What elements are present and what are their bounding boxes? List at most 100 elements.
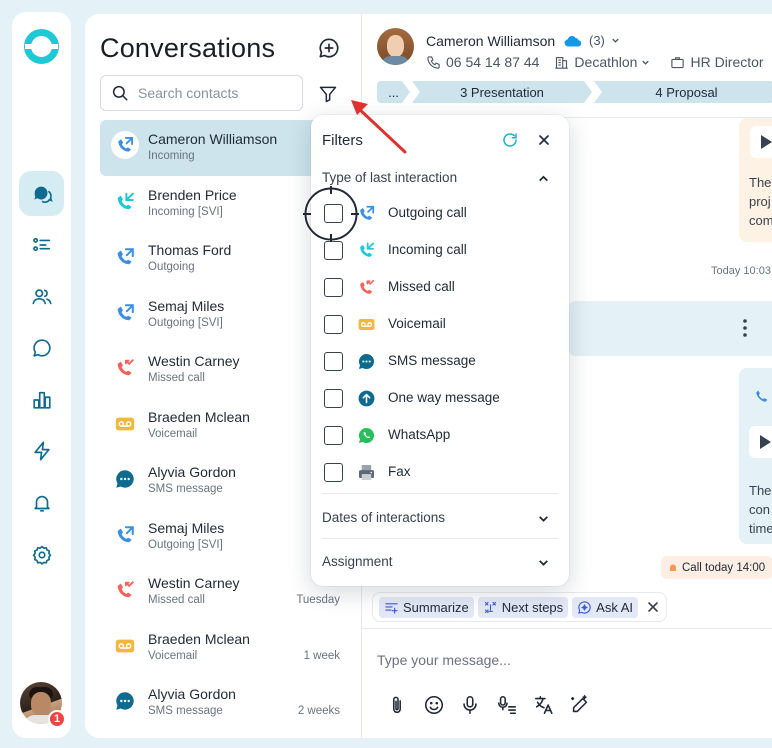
refresh-icon[interactable]: [501, 131, 519, 149]
attach-button[interactable]: [386, 694, 408, 716]
scheduled-call-label: Call today 14:00: [682, 561, 766, 574]
composer-divider: [362, 628, 772, 629]
call-summary-strip[interactable]: [568, 301, 772, 356]
play-button[interactable]: [749, 426, 772, 458]
more-options-icon[interactable]: [743, 319, 747, 337]
scheduled-call-pill[interactable]: Call today 14:00: [661, 556, 772, 579]
translate-icon: [534, 695, 553, 715]
contact-phone[interactable]: 06 54 14 87 44: [426, 54, 539, 70]
emoji-icon: [424, 695, 443, 715]
emoji-button[interactable]: [423, 694, 445, 716]
salesforce-cloud-icon: [564, 35, 582, 47]
nav-chat[interactable]: [19, 325, 64, 370]
close-icon[interactable]: [646, 600, 660, 614]
chevron-down-icon[interactable]: [537, 512, 550, 525]
filter-checkbox[interactable]: [324, 315, 343, 334]
ask-ai-button[interactable]: Ask AI: [572, 596, 639, 618]
filter-checkbox[interactable]: [324, 352, 343, 371]
filter-option[interactable]: Missed call: [324, 278, 554, 298]
conversation-item[interactable]: Braeden Mclean Voicemail 1 week: [100, 620, 362, 676]
phone-number: 06 54 14 87 44: [446, 54, 540, 70]
nav-notifications[interactable]: [19, 480, 64, 525]
close-icon[interactable]: [538, 134, 550, 146]
outgoing-call-icon: [756, 390, 768, 402]
filter-option[interactable]: WhatsApp: [324, 426, 554, 446]
user-avatar[interactable]: 1: [20, 682, 66, 728]
transcribe-icon: [498, 695, 517, 715]
summarize-button[interactable]: Summarize: [379, 596, 474, 618]
nav-list[interactable]: [19, 222, 64, 267]
interaction-type: Voicemail: [148, 649, 198, 662]
filter-checkbox[interactable]: [324, 426, 343, 445]
filter-checkbox[interactable]: [324, 463, 343, 482]
next-steps-label: Next steps: [501, 599, 564, 615]
filter-option-label: One way message: [388, 390, 500, 405]
incoming-call-icon: [357, 241, 376, 260]
nav-automation[interactable]: [19, 428, 64, 473]
filter-option[interactable]: Voicemail: [324, 315, 554, 335]
bell-icon: [669, 564, 677, 572]
next-steps-button[interactable]: Next steps: [477, 596, 569, 618]
whatsapp-icon: [357, 426, 376, 445]
pipeline-stages: ... 3 Presentation 4 Proposal: [377, 81, 772, 103]
contacts-icon: [31, 288, 52, 304]
filter-option[interactable]: SMS message: [324, 352, 554, 372]
voicemail-icon: [114, 635, 136, 657]
chevron-down-icon[interactable]: [537, 556, 550, 569]
search-input[interactable]: [138, 85, 298, 101]
annotation-arrow: [351, 100, 407, 154]
ask-ai-icon: [578, 600, 591, 614]
contact-name[interactable]: Cameron Williamson: [426, 33, 555, 49]
magic-pen-icon: [571, 695, 588, 713]
transcribe-button[interactable]: [496, 694, 518, 716]
contact-name: Thomas Ford: [148, 242, 232, 258]
contact-avatar[interactable]: [377, 28, 414, 65]
app-logo[interactable]: [23, 28, 60, 65]
contact-count[interactable]: (3): [589, 33, 605, 48]
ask-ai-label: Ask AI: [596, 599, 634, 615]
contact-name: Semaj Miles: [148, 519, 225, 536]
conversation-item[interactable]: Alyvia Gordon SMS message 2 weeks: [100, 675, 362, 731]
cursor-target-marker: [303, 186, 359, 242]
section-type-of-interaction[interactable]: Type of last interaction: [322, 170, 457, 185]
section-assignment[interactable]: Assignment: [322, 554, 393, 569]
nav-conversations[interactable]: [19, 171, 64, 216]
message-text-line: proj: [749, 194, 771, 209]
contact-name: Semaj Miles: [148, 297, 225, 314]
microphone-icon: [463, 695, 478, 715]
interaction-time: 1 week: [303, 649, 340, 662]
filter-icon[interactable]: [318, 84, 338, 104]
filter-option-label: Voicemail: [388, 316, 446, 331]
filter-option[interactable]: Fax: [324, 463, 554, 483]
nav-analytics[interactable]: [19, 377, 64, 422]
composer-toolbar: [386, 694, 606, 716]
pipeline-stage-proposal[interactable]: 4 Proposal: [594, 81, 772, 103]
paperclip-icon: [393, 696, 401, 714]
search-box[interactable]: [100, 75, 303, 111]
contact-company[interactable]: Decathlon: [554, 54, 655, 70]
phone-icon: [427, 55, 440, 69]
lightning-icon: [33, 440, 50, 461]
filter-checkbox[interactable]: [324, 241, 343, 260]
interaction-type: Missed call: [148, 594, 205, 606]
interaction-type: Missed call: [148, 372, 205, 384]
nav-settings[interactable]: [19, 532, 64, 577]
message-input[interactable]: [377, 652, 757, 668]
chevron-up-icon[interactable]: [537, 172, 550, 185]
play-button[interactable]: [750, 126, 772, 158]
company-name: Decathlon: [574, 54, 638, 70]
ai-write-button[interactable]: [569, 694, 591, 716]
section-dates[interactable]: Dates of interactions: [322, 510, 445, 525]
filter-option[interactable]: Incoming call: [324, 241, 554, 261]
filter-checkbox[interactable]: [324, 278, 343, 297]
interaction-type: Voicemail: [148, 427, 198, 440]
message-text-line: time: [749, 521, 772, 536]
nav-contacts[interactable]: [19, 274, 64, 319]
voice-button[interactable]: [459, 694, 481, 716]
chevron-down-icon[interactable]: [611, 36, 620, 45]
pipeline-stage-presentation[interactable]: 3 Presentation: [412, 81, 592, 103]
translate-button[interactable]: [533, 694, 555, 716]
filter-checkbox[interactable]: [324, 389, 343, 408]
filter-option[interactable]: One way message: [324, 389, 554, 409]
new-conversation-icon[interactable]: [318, 37, 340, 59]
